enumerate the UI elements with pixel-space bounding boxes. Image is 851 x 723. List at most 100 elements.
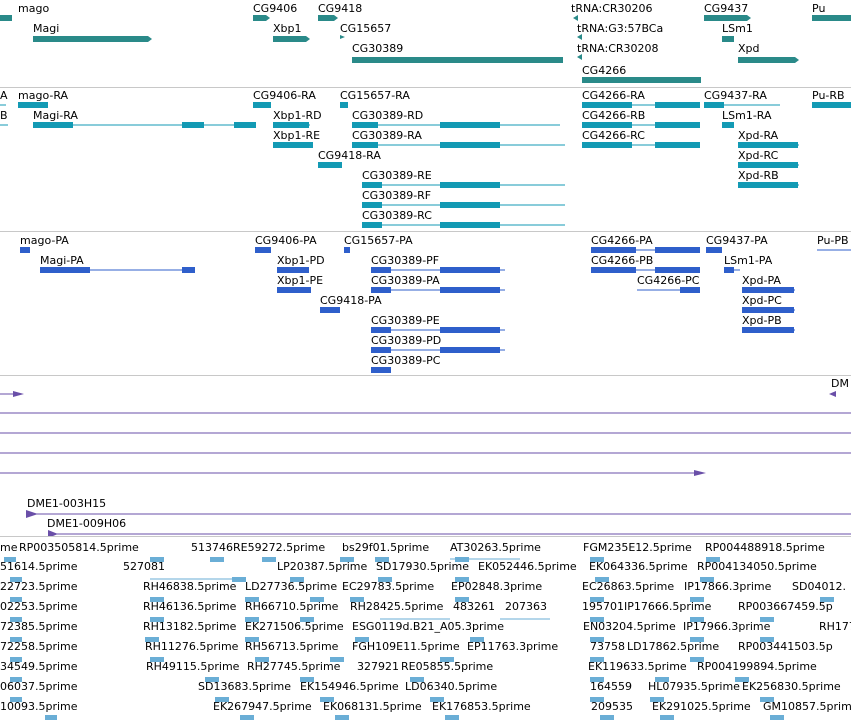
est-label[interactable]: 34549.5prime bbox=[0, 660, 78, 673]
est-label[interactable]: bs29f01.5prime bbox=[342, 541, 429, 554]
est-label[interactable]: IP17966.3prime bbox=[683, 620, 770, 633]
protein-label-cg4266-pc[interactable]: CG4266-PC bbox=[637, 274, 699, 287]
protein-label-cg30389-pf[interactable]: CG30389-PF bbox=[371, 254, 439, 267]
protein-label-cg9418-pa[interactable]: CG9418-PA bbox=[320, 294, 382, 307]
est-label[interactable]: LP20387.5prime bbox=[277, 560, 367, 573]
gene-label-cg15657[interactable]: CG15657 bbox=[340, 22, 391, 35]
est-label[interactable]: SD04012. bbox=[792, 580, 846, 593]
transcript-bar-cg4266-rb[interactable] bbox=[582, 122, 632, 128]
protein-label-cg9437-pa[interactable]: CG9437-PA bbox=[706, 234, 768, 247]
est-label[interactable]: RH27745.5prime bbox=[247, 660, 340, 673]
est-label[interactable]: SD13683.5prime bbox=[198, 680, 291, 693]
protein-bar-magi-pa[interactable] bbox=[40, 267, 90, 273]
gene-label-xbp1[interactable]: Xbp1 bbox=[273, 22, 302, 35]
protein-label-magi-pa[interactable]: Magi-PA bbox=[40, 254, 84, 267]
protein-bar-xpd-pb[interactable] bbox=[742, 327, 794, 333]
est-label[interactable]: RH66710.5prime bbox=[245, 600, 338, 613]
est-label[interactable]: 327921 bbox=[357, 660, 399, 673]
est-label[interactable]: RP004134050.5prime bbox=[697, 560, 817, 573]
transcript-label-cg15657-ra[interactable]: CG15657-RA bbox=[340, 89, 410, 102]
est-label[interactable]: RH177 bbox=[819, 620, 851, 633]
gene-label-cg4266[interactable]: CG4266 bbox=[582, 64, 626, 77]
clone-label-dm[interactable]: DM bbox=[831, 377, 849, 390]
protein-label-pu-pb[interactable]: Pu-PB bbox=[817, 234, 849, 247]
protein-bar-cg30389-pd[interactable] bbox=[371, 347, 391, 353]
est-label[interactable]: EK064336.5prime bbox=[589, 560, 688, 573]
protein-label-cg4266-pb[interactable]: CG4266-PB bbox=[591, 254, 653, 267]
transcript-label-cg9418-ra[interactable]: CG9418-RA bbox=[318, 149, 381, 162]
gene-label-trna-cr30206[interactable]: tRNA:CR30206 bbox=[571, 2, 653, 15]
clone-bar-dme1-003h15[interactable] bbox=[26, 510, 38, 518]
gene-bar-xpd[interactable] bbox=[738, 57, 799, 63]
gene-bar-cg9418[interactable] bbox=[318, 15, 338, 21]
protein-bar-cg9418-pa[interactable] bbox=[320, 307, 340, 313]
est-label[interactable]: LD06340.5prime bbox=[405, 680, 497, 693]
est-label[interactable]: SD17930.5prime bbox=[376, 560, 469, 573]
gene-bar-magi[interactable] bbox=[33, 36, 152, 42]
gene-bar-mago[interactable] bbox=[0, 15, 12, 21]
est-label[interactable]: RH11276.5prime bbox=[145, 640, 238, 653]
est-label[interactable]: AT30263.5prime bbox=[450, 541, 541, 554]
gene-bar-cg4266[interactable] bbox=[582, 77, 701, 83]
protein-label-xpd-pc[interactable]: Xpd-PC bbox=[742, 294, 782, 307]
est-label[interactable]: RH49115.5prime bbox=[146, 660, 239, 673]
protein-label-cg15657-pa[interactable]: CG15657-PA bbox=[344, 234, 413, 247]
clone-bar-5[interactable] bbox=[694, 470, 706, 476]
transcript-bar-xpd-rb[interactable] bbox=[738, 182, 798, 188]
transcript-label-xbp1-re[interactable]: Xbp1-RE bbox=[273, 129, 320, 142]
protein-bar-cg30389-pe[interactable] bbox=[371, 327, 391, 333]
transcript-label-b[interactable]: B bbox=[0, 109, 8, 122]
gene-label-mago[interactable]: mago bbox=[18, 2, 49, 15]
protein-label-lsm1-pa[interactable]: LSm1-PA bbox=[724, 254, 772, 267]
transcript-label-cg4266-rb[interactable]: CG4266-RB bbox=[582, 109, 645, 122]
est-label[interactable]: EK256830.5prime bbox=[742, 680, 841, 693]
gene-bar-lsm1[interactable] bbox=[722, 36, 734, 42]
est-label[interactable]: 209535 bbox=[591, 700, 633, 713]
protein-label-xpd-pa[interactable]: Xpd-PA bbox=[742, 274, 781, 287]
gene-bar-xbp1[interactable] bbox=[273, 36, 310, 42]
gene-bar-cg9437[interactable] bbox=[704, 15, 751, 21]
est-label[interactable]: 06037.5prime bbox=[0, 680, 78, 693]
est-label[interactable]: RP003667459.5p bbox=[738, 600, 833, 613]
protein-bar-mago-pa[interactable] bbox=[20, 247, 30, 253]
transcript-label-xpd-ra[interactable]: Xpd-RA bbox=[738, 129, 778, 142]
transcript-label-xpd-rb[interactable]: Xpd-RB bbox=[738, 169, 779, 182]
gene-label-cg9437[interactable]: CG9437 bbox=[704, 2, 748, 15]
transcript-label-cg9437-ra[interactable]: CG9437-RA bbox=[704, 89, 767, 102]
est-label[interactable]: 22723.5prime bbox=[0, 580, 78, 593]
est-label[interactable]: 73758 bbox=[590, 640, 625, 653]
transcript-label-cg30389-rf[interactable]: CG30389-RF bbox=[362, 189, 431, 202]
gene-label-magi[interactable]: Magi bbox=[33, 22, 59, 35]
protein-label-cg30389-pa[interactable]: CG30389-PA bbox=[371, 274, 440, 287]
transcript-label-a[interactable]: A bbox=[0, 89, 8, 102]
est-label[interactable]: RP004199894.5prime bbox=[697, 660, 817, 673]
transcript-bar-cg30389-ra[interactable] bbox=[352, 142, 378, 148]
est-label[interactable]: RH46838.5prime bbox=[143, 580, 236, 593]
protein-bar-cg15657-pa[interactable] bbox=[344, 247, 350, 253]
est-label[interactable]: 207363 bbox=[505, 600, 547, 613]
est-label[interactable]: EK176853.5prime bbox=[432, 700, 531, 713]
clone-label-dme1-003h15[interactable]: DME1-003H15 bbox=[27, 497, 106, 510]
gene-label-xpd[interactable]: Xpd bbox=[738, 42, 760, 55]
transcript-bar-mago-ra[interactable] bbox=[18, 102, 48, 108]
transcript-bar-cg30389-rc[interactable] bbox=[362, 222, 382, 228]
protein-bar-cg9437-pa[interactable] bbox=[706, 247, 722, 253]
est-label[interactable]: RH56713.5prime bbox=[245, 640, 338, 653]
est-label[interactable]: 02253.5prime bbox=[0, 600, 78, 613]
protein-label-xpd-pb[interactable]: Xpd-PB bbox=[742, 314, 782, 327]
est-label[interactable]: EP11763.3prime bbox=[467, 640, 558, 653]
est-label[interactable]: FGH109E11.5prime bbox=[352, 640, 460, 653]
transcript-label-magi-ra[interactable]: Magi-RA bbox=[33, 109, 78, 122]
protein-bar-xpd-pc[interactable] bbox=[742, 307, 794, 313]
transcript-label-xbp1-rd[interactable]: Xbp1-RD bbox=[273, 109, 322, 122]
transcript-bar-pu-rb[interactable] bbox=[812, 102, 851, 108]
transcript-bar-cg30389-re[interactable] bbox=[362, 182, 382, 188]
est-label[interactable]: EP02848.3prime bbox=[451, 580, 542, 593]
est-label[interactable]: EN03204.5prime bbox=[583, 620, 676, 633]
est-label[interactable]: 527081 bbox=[123, 560, 165, 573]
transcript-label-xpd-rc[interactable]: Xpd-RC bbox=[738, 149, 778, 162]
gene-label-trna-cr30208[interactable]: tRNA:CR30208 bbox=[577, 42, 659, 55]
est-label[interactable]: LD17862.5prime bbox=[627, 640, 719, 653]
est-label[interactable]: ESG0119d.B21_A05.3prime bbox=[352, 620, 504, 633]
gene-bar-pu[interactable] bbox=[812, 15, 851, 21]
